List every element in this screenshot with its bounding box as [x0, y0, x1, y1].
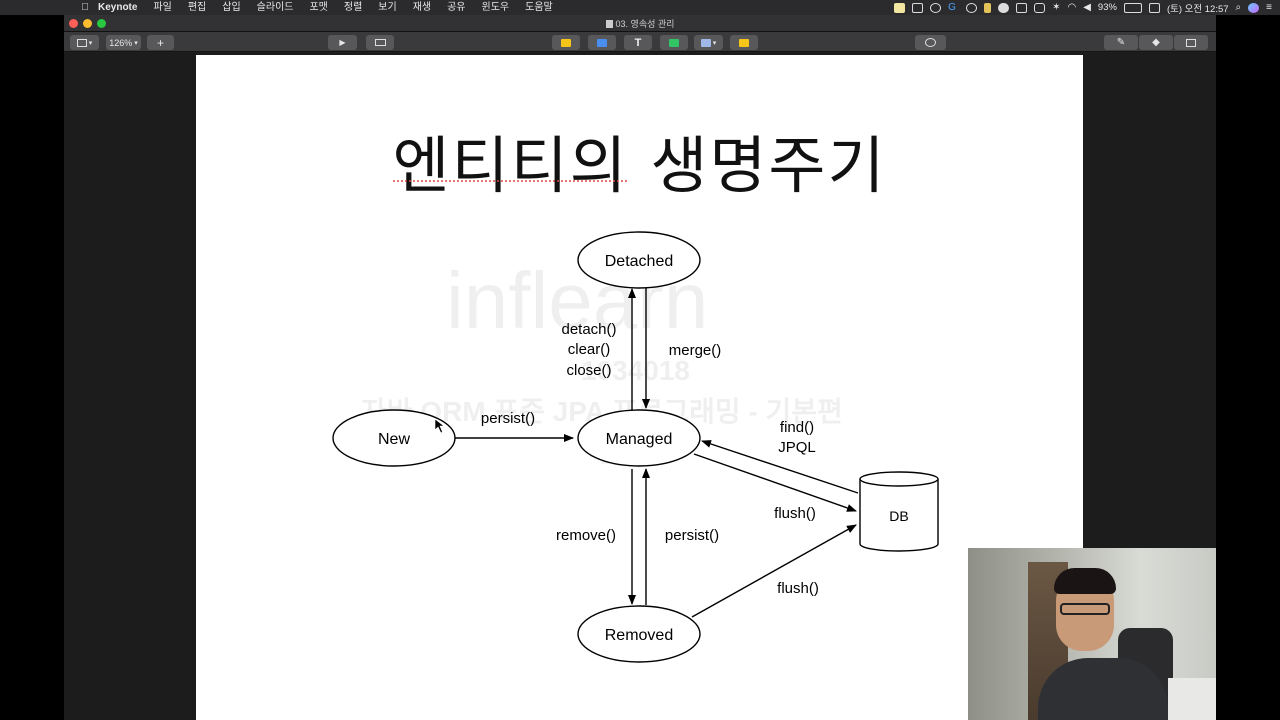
screen-record-icon[interactable]	[912, 2, 924, 13]
format-button[interactable]: ✎	[1104, 35, 1138, 50]
keynote-live-button[interactable]	[366, 35, 394, 50]
table-button[interactable]	[552, 35, 580, 50]
label-flush-managed: flush()	[774, 505, 816, 522]
view-menu-button[interactable]: ▾	[70, 35, 99, 50]
collaborate-icon	[925, 38, 936, 47]
play-icon: ▶	[339, 38, 346, 47]
status-area: G ✶ ◠ ◀ 93% (토) 오전 12:57 ⌕ ≡	[894, 0, 1272, 15]
webcam-overlay	[968, 548, 1216, 720]
label-remove: remove()	[556, 527, 616, 544]
shape-icon	[669, 38, 679, 47]
chevron-down-icon: ▾	[88, 39, 93, 47]
label-clear: clear()	[568, 341, 611, 358]
menu-format[interactable]: 포맷	[301, 0, 335, 15]
menu-insert[interactable]: 삽입	[214, 0, 248, 15]
document-button[interactable]	[1174, 35, 1208, 50]
label-jpql: JPQL	[778, 439, 816, 456]
document-title: 03. 영속성 관리	[64, 17, 1216, 30]
webcam-presenter-glasses	[1060, 603, 1110, 615]
info-icon[interactable]	[966, 2, 978, 13]
bookmark-icon[interactable]	[984, 2, 992, 13]
zoom-select[interactable]: 126% ▾	[106, 35, 141, 50]
state-removed-label: Removed	[605, 627, 673, 644]
label-merge: merge()	[669, 342, 722, 359]
display-icon[interactable]	[930, 2, 942, 13]
menu-bar:  Keynote 파일 편집 삽입 슬라이드 포맷 정렬 보기 재생 공유 윈…	[0, 0, 1280, 15]
paintbrush-icon: ✎	[1116, 37, 1126, 48]
document-panel-icon	[1186, 38, 1196, 47]
chart-icon	[597, 38, 607, 47]
comment-button[interactable]	[730, 35, 758, 50]
cloud-icon[interactable]	[998, 2, 1010, 13]
edge-managed-to-db	[693, 453, 857, 512]
document-icon	[605, 20, 613, 28]
webcam-box	[1168, 678, 1216, 720]
menu-slide[interactable]: 슬라이드	[249, 0, 302, 15]
menu-share[interactable]: 공유	[439, 0, 473, 15]
grid-icon[interactable]	[1016, 2, 1028, 13]
add-slide-button[interactable]: +	[147, 35, 174, 50]
label-persist-removed: persist()	[665, 527, 719, 544]
battery-percent: 93%	[1097, 2, 1117, 13]
text-button[interactable]: T	[624, 35, 652, 50]
shape-button[interactable]	[660, 35, 688, 50]
menu-app-name[interactable]: Keynote	[94, 0, 145, 15]
menu-window[interactable]: 윈도우	[474, 0, 518, 15]
entity-lifecycle-diagram: Detached Managed New Removed DB detach()…	[332, 231, 939, 663]
volume-icon[interactable]: ◀	[1083, 2, 1091, 13]
slide[interactable]: inflearn 1034018 자바 ORM 표준 JPA 프로그래밍 - 기…	[196, 55, 1083, 720]
text-icon: T	[634, 36, 642, 49]
state-managed[interactable]: Managed	[577, 409, 701, 467]
animate-button[interactable]: ◆	[1139, 35, 1173, 50]
menu-help[interactable]: 도움말	[517, 0, 561, 15]
webcam-presenter-hair	[1054, 568, 1116, 594]
notes-icon[interactable]	[894, 2, 906, 13]
state-managed-label: Managed	[606, 431, 673, 448]
state-new-label: New	[378, 431, 410, 448]
state-removed[interactable]: Removed	[577, 605, 701, 663]
state-detached-label: Detached	[605, 253, 674, 270]
title-bar: 03. 영속성 관리	[64, 15, 1216, 32]
battery-icon[interactable]	[1123, 2, 1142, 13]
collaborate-button[interactable]	[915, 35, 946, 50]
grammarly-icon[interactable]: G	[948, 2, 959, 13]
screen-icon	[374, 39, 386, 46]
label-persist-new: persist()	[481, 410, 535, 427]
wifi-icon[interactable]: ◠	[1067, 2, 1076, 13]
clipboard-icon[interactable]	[1034, 2, 1046, 13]
notification-center-icon[interactable]: ≡	[1266, 2, 1272, 13]
media-icon	[700, 38, 711, 47]
menu-arrange[interactable]: 정렬	[336, 0, 370, 15]
apple-icon[interactable]: 	[76, 2, 94, 13]
chevron-down-icon: ▾	[712, 39, 717, 47]
label-flush-removed: flush()	[777, 580, 819, 597]
state-new[interactable]: New	[332, 409, 456, 467]
clock[interactable]: (토) 오전 12:57	[1167, 1, 1229, 15]
menu-file[interactable]: 파일	[145, 0, 179, 15]
state-detached[interactable]: Detached	[577, 231, 701, 289]
spotlight-search-icon[interactable]: ⌕	[1236, 2, 1242, 13]
menu-play[interactable]: 재생	[405, 0, 439, 15]
database-label: DB	[889, 508, 908, 524]
menu-view[interactable]: 보기	[370, 0, 404, 15]
database-cylinder[interactable]: DB	[859, 471, 939, 552]
bluetooth-icon[interactable]: ✶	[1052, 2, 1060, 13]
menu-edit[interactable]: 편집	[180, 0, 214, 15]
label-find: find()	[780, 419, 814, 436]
diamond-icon: ◆	[1152, 37, 1160, 48]
sidebar-icon	[76, 38, 87, 47]
play-button[interactable]: ▶	[328, 35, 357, 50]
input-source-icon[interactable]	[1148, 2, 1160, 13]
plus-icon: +	[156, 35, 164, 50]
label-detach: detach()	[561, 321, 616, 338]
comment-icon	[739, 38, 749, 47]
toolbar: ▾ 126% ▾ + ▶ T ▾ ✎ ◆	[64, 32, 1216, 52]
siri-icon[interactable]	[1248, 2, 1260, 13]
label-close: close()	[566, 362, 611, 379]
chevron-down-icon: ▾	[134, 39, 138, 47]
chart-button[interactable]	[588, 35, 616, 50]
table-icon	[561, 38, 571, 47]
media-button[interactable]: ▾	[694, 35, 723, 50]
